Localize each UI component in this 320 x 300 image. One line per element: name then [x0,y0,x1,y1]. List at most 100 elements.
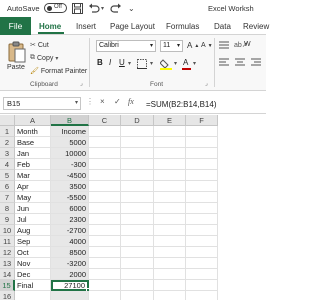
cell-a11[interactable]: Sep [15,236,51,247]
cell-d1[interactable] [121,126,154,137]
cell-e2[interactable] [154,137,186,148]
cell-a16[interactable] [15,291,51,300]
cell-a2[interactable]: Base [15,137,51,148]
cell-e14[interactable] [154,269,186,280]
cell-c10[interactable] [89,225,121,236]
cell-e9[interactable] [154,214,186,225]
column-header-f[interactable]: F [186,115,218,126]
cell-c8[interactable] [89,203,121,214]
cell-a3[interactable]: Jan [15,148,51,159]
cell-d6[interactable] [121,181,154,192]
cell-b8[interactable]: 6000 [51,203,89,214]
save-icon[interactable] [72,2,83,14]
cell-b5[interactable]: -4500 [51,170,89,181]
italic-button[interactable]: I [109,58,111,67]
cell-f13[interactable] [186,258,218,269]
font-color-button[interactable]: A [183,58,188,67]
cell-e6[interactable] [154,181,186,192]
cell-c9[interactable] [89,214,121,225]
row-header[interactable]: 9 [0,214,15,225]
cell-a5[interactable]: Mar [15,170,51,181]
cell-f11[interactable] [186,236,218,247]
cell-e10[interactable] [154,225,186,236]
column-header-d[interactable]: D [121,115,154,126]
cell-f12[interactable] [186,247,218,258]
autosave-toggle[interactable]: Off [44,3,67,13]
row-header[interactable]: 11 [0,236,15,247]
insert-function-icon[interactable]: fx [128,97,134,106]
align-right-icon[interactable] [250,58,262,67]
cell-f2[interactable] [186,137,218,148]
cell-b13[interactable]: -3200 [51,258,89,269]
column-header-a[interactable]: A [15,115,51,126]
cell-f9[interactable] [186,214,218,225]
active-cell[interactable]: 27100 [51,280,89,291]
align-top-icon[interactable] [218,41,230,50]
cell-c14[interactable] [89,269,121,280]
cell-d5[interactable] [121,170,154,181]
cell-a8[interactable]: Jun [15,203,51,214]
row-header[interactable]: 10 [0,225,15,236]
cell-d13[interactable] [121,258,154,269]
fill-color-dropdown-icon[interactable]: ▾ [174,60,177,67]
decrease-font-button[interactable]: A ▼ [201,42,213,49]
cell-c15[interactable] [89,280,121,291]
cell-a14[interactable]: Dec [15,269,51,280]
increase-font-button[interactable]: A ▲ [187,41,199,50]
tab-data[interactable]: Data [214,22,231,31]
more-options-icon[interactable]: ⋮ [86,97,94,106]
cell-d9[interactable] [121,214,154,225]
cancel-icon[interactable]: × [100,97,105,106]
cell-e5[interactable] [154,170,186,181]
cell-a9[interactable]: Jul [15,214,51,225]
cell-b7[interactable]: -5500 [51,192,89,203]
row-header[interactable]: 6 [0,181,15,192]
cell-f4[interactable] [186,159,218,170]
bold-button[interactable]: B [97,58,103,67]
select-all-button[interactable] [0,115,15,126]
cell-f5[interactable] [186,170,218,181]
name-box[interactable]: B15 ▾ [3,97,81,110]
cell-e11[interactable] [154,236,186,247]
cell-e1[interactable] [154,126,186,137]
cell-d7[interactable] [121,192,154,203]
cell-b11[interactable]: 4000 [51,236,89,247]
column-header-b[interactable]: B [51,115,89,126]
tab-file[interactable]: File [0,17,31,35]
cell-c13[interactable] [89,258,121,269]
cell-c5[interactable] [89,170,121,181]
cell-a7[interactable]: May [15,192,51,203]
cell-d10[interactable] [121,225,154,236]
tab-home[interactable]: Home [39,22,61,31]
row-header[interactable]: 14 [0,269,15,280]
cell-c3[interactable] [89,148,121,159]
cell-d12[interactable] [121,247,154,258]
row-header[interactable]: 16 [0,291,15,300]
borders-dropdown-icon[interactable]: ▾ [150,60,153,67]
row-header[interactable]: 8 [0,203,15,214]
row-header[interactable]: 3 [0,148,15,159]
cell-e8[interactable] [154,203,186,214]
cell-e13[interactable] [154,258,186,269]
underline-dropdown-icon[interactable]: ▾ [128,60,131,67]
cell-f3[interactable] [186,148,218,159]
cell-f1[interactable] [186,126,218,137]
customize-toolbar-icon[interactable]: ⌄ [128,2,135,14]
cell-b1[interactable]: Income [51,126,89,137]
cell-d4[interactable] [121,159,154,170]
cell-e4[interactable] [154,159,186,170]
cell-f16[interactable] [186,291,218,300]
cell-d8[interactable] [121,203,154,214]
cell-c7[interactable] [89,192,121,203]
cell-c11[interactable] [89,236,121,247]
cell-a10[interactable]: Aug [15,225,51,236]
row-header[interactable]: 13 [0,258,15,269]
cell-a6[interactable]: Apr [15,181,51,192]
cell-e7[interactable] [154,192,186,203]
cell-d3[interactable] [121,148,154,159]
cell-f15[interactable] [186,280,218,291]
column-header-e[interactable]: E [154,115,186,126]
undo-dropdown-icon[interactable]: ▾ [101,2,104,14]
font-size-dropdown[interactable]: 11 ▾ [160,40,183,52]
formula-input[interactable]: =SUM(B2:B14,B14) [146,100,216,109]
